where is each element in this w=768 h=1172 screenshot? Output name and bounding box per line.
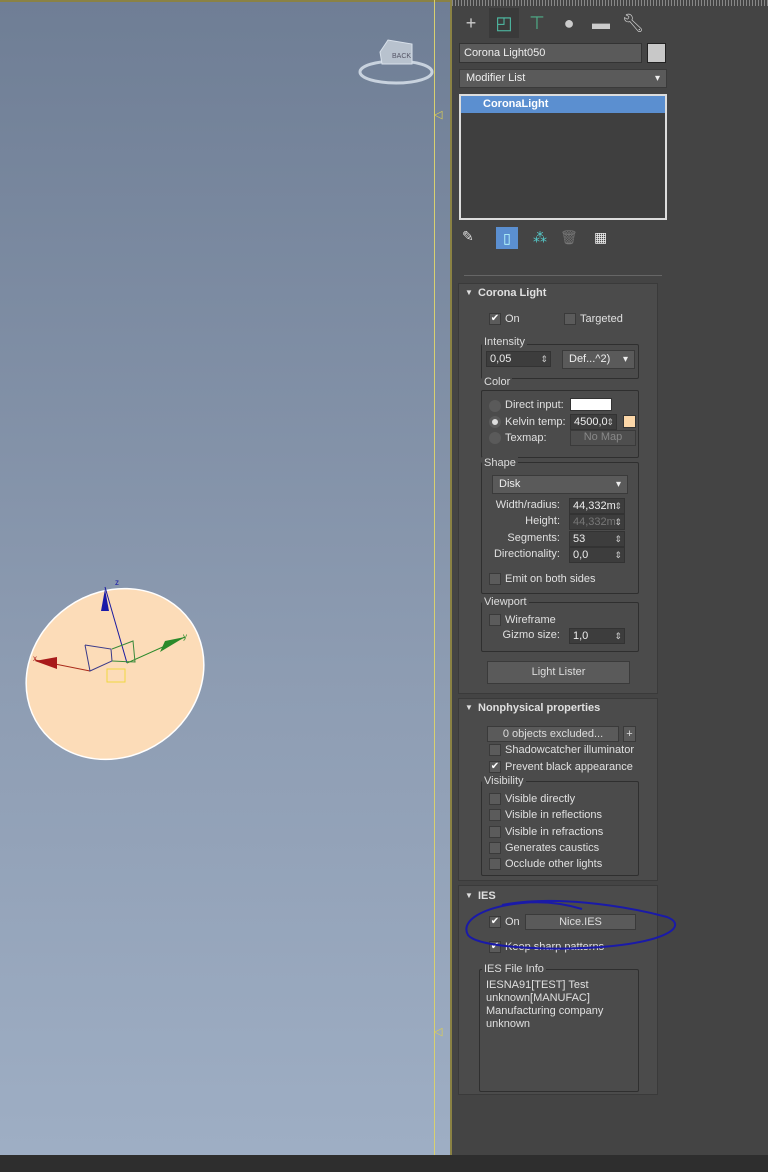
- add-exclusion-button[interactable]: +: [623, 726, 636, 742]
- modifier-list-dropdown[interactable]: Modifier List: [459, 69, 667, 88]
- wireframe-checkbox[interactable]: [489, 614, 501, 626]
- pin-stack-icon[interactable]: ✎: [462, 228, 474, 245]
- occlude-other-lights-checkbox[interactable]: [489, 858, 501, 870]
- visibility-item-label: Occlude other lights: [505, 858, 603, 870]
- kelvin-temp-label: Kelvin temp:: [505, 416, 566, 428]
- direct-input-label: Direct input:: [505, 399, 564, 411]
- texmap-label: Texmap:: [505, 432, 547, 444]
- gizmo-size-label: Gizmo size:: [502, 629, 560, 641]
- intensity-spinner[interactable]: 0,05: [486, 351, 551, 367]
- rollout-title[interactable]: Corona Light: [478, 287, 546, 299]
- object-name-field[interactable]: Corona Light050: [459, 43, 642, 63]
- stack-item-coronalight[interactable]: CoronaLight: [461, 96, 665, 113]
- height-label: Height:: [525, 515, 560, 527]
- corona-light-rollout: ▼ Corona Light ✔ On Targeted Intensity 0…: [458, 283, 658, 694]
- wireframe-label: Wireframe: [505, 614, 556, 626]
- viewport-label: Viewport: [482, 596, 529, 608]
- viewport[interactable]: BACK z y x: [0, 0, 452, 1155]
- modify-tab-icon[interactable]: ◰: [489, 8, 519, 38]
- modifier-stack: CoronaLight: [459, 94, 667, 220]
- motion-tab-icon[interactable]: ●: [554, 8, 584, 38]
- emit-both-sides-label: Emit on both sides: [505, 573, 596, 585]
- ies-info-line: IESNA91[TEST] Test: [486, 979, 589, 991]
- bottom-bar: [0, 1155, 768, 1172]
- width-spinner[interactable]: 44,332m: [569, 498, 625, 514]
- divider: [464, 275, 662, 276]
- color-label: Color: [482, 376, 513, 388]
- emit-both-sides-checkbox[interactable]: [489, 573, 501, 585]
- prevent-black-checkbox[interactable]: ✔: [489, 761, 501, 773]
- visibility-item-label: Generates caustics: [505, 842, 600, 854]
- ies-info-label: IES File Info: [482, 963, 546, 975]
- annotation-circle: [465, 899, 677, 950]
- intensity-label: Intensity: [482, 336, 527, 348]
- height-spinner[interactable]: 44,332m: [569, 514, 625, 530]
- intensity-unit-dropdown[interactable]: Def...^2): [562, 350, 635, 369]
- visible-in-refractions-checkbox[interactable]: [489, 826, 501, 838]
- texmap-button[interactable]: No Map: [570, 430, 636, 446]
- object-color-swatch[interactable]: [647, 43, 666, 63]
- visible-directly-checkbox[interactable]: [489, 793, 501, 805]
- visibility-item-label: Visible in refractions: [505, 826, 604, 838]
- shadowcatcher-checkbox[interactable]: [489, 744, 501, 756]
- targeted-label: Targeted: [580, 313, 623, 325]
- targeted-checkbox[interactable]: [564, 313, 576, 325]
- kelvin-temp-spinner[interactable]: 4500,0: [570, 414, 617, 430]
- visibility-label: Visibility: [482, 775, 526, 787]
- make-unique-icon[interactable]: ⁂: [533, 229, 547, 246]
- kelvin-color-swatch[interactable]: [623, 415, 636, 428]
- configure-modifier-sets-icon[interactable]: ▦: [594, 229, 607, 246]
- segments-label: Segments:: [507, 532, 560, 544]
- hierarchy-tab-icon[interactable]: ⊤: [522, 8, 552, 38]
- create-tab-plus-icon[interactable]: +: [456, 8, 486, 38]
- nonphysical-rollout: ▼ Nonphysical properties 0 objects exclu…: [458, 698, 658, 881]
- collapse-arrow-icon[interactable]: ▼: [465, 703, 473, 712]
- rollout-title[interactable]: Nonphysical properties: [478, 702, 600, 714]
- prevent-black-label: Prevent black appearance: [505, 761, 633, 773]
- remove-modifier-trash-icon[interactable]: 🗑︎: [560, 229, 578, 246]
- gizmo-size-spinner[interactable]: 1,0: [569, 628, 625, 644]
- shape-label: Shape: [482, 457, 518, 469]
- y-label: y: [183, 632, 187, 641]
- visible-in-reflections-checkbox[interactable]: [489, 809, 501, 821]
- direct-input-swatch[interactable]: [570, 398, 612, 411]
- visibility-item-label: Visible in reflections: [505, 809, 603, 821]
- light-lister-button[interactable]: Light Lister: [487, 661, 630, 684]
- viewcube-icon[interactable]: BACK: [350, 32, 440, 92]
- ies-info-line: Manufacturing company: [486, 1005, 604, 1017]
- visibility-item-label: Visible directly: [505, 793, 576, 805]
- marker-triangle-icon: ◁: [434, 1026, 443, 1038]
- generates-caustics-checkbox[interactable]: [489, 842, 501, 854]
- texmap-radio[interactable]: [489, 432, 501, 444]
- width-label: Width/radius:: [495, 499, 560, 511]
- directionality-spinner[interactable]: 0,0: [569, 547, 625, 563]
- z-label: z: [115, 578, 119, 587]
- ies-info-line: unknown: [486, 1018, 531, 1030]
- viewcube-label: BACK: [392, 53, 411, 60]
- display-tab-icon[interactable]: ▬: [586, 8, 616, 38]
- show-end-result-icon[interactable]: ▯: [496, 227, 518, 249]
- on-checkbox[interactable]: ✔: [489, 313, 501, 325]
- x-label: x: [33, 654, 37, 663]
- ies-info-line: unknown[MANUFAC]: [486, 992, 590, 1004]
- utilities-wrench-icon[interactable]: 🔧︎: [618, 8, 648, 38]
- viewport-group: [481, 602, 639, 652]
- shape-type-dropdown[interactable]: Disk: [492, 475, 628, 494]
- collapse-arrow-icon[interactable]: ▼: [465, 288, 473, 297]
- excluded-objects-button[interactable]: 0 objects excluded...: [487, 726, 619, 742]
- on-label: On: [505, 313, 520, 325]
- shadowcatcher-label: Shadowcatcher illuminator: [505, 744, 635, 756]
- panel-top-strip: [452, 0, 768, 6]
- directionality-label: Directionality:: [493, 548, 560, 560]
- kelvin-temp-radio[interactable]: [489, 416, 501, 428]
- direct-input-radio[interactable]: [489, 400, 501, 412]
- command-panel-tabs: + ◰ ⊤ ● ▬ 🔧︎: [456, 8, 656, 38]
- segments-spinner[interactable]: 53: [569, 531, 625, 547]
- viewport-boundary: [434, 0, 435, 1155]
- corona-light-disk[interactable]: z y x: [15, 577, 215, 767]
- marker-triangle-icon: ◁: [434, 109, 443, 121]
